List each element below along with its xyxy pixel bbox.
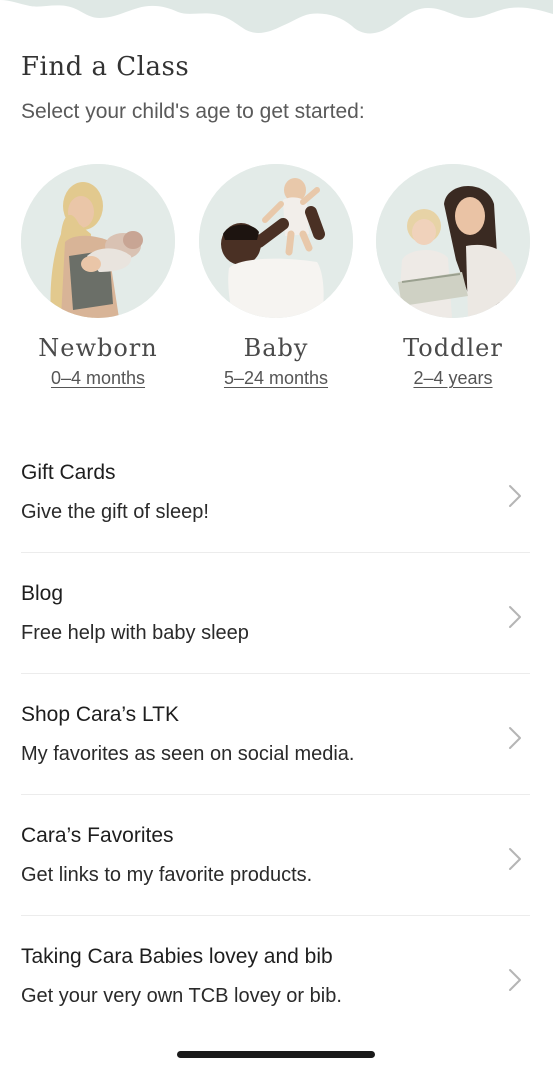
toddler-photo — [376, 164, 530, 318]
menu-item-description: Get links to my favorite products. — [21, 864, 313, 886]
age-name-baby: Baby — [243, 334, 309, 362]
menu-item-blog[interactable]: Blog Free help with baby sleep — [21, 553, 530, 674]
age-selector: Newborn 0–4 months Baby 5–24 months Todd… — [0, 164, 553, 404]
find-a-class-screen: Find a Class Select your child's age to … — [0, 0, 553, 1067]
menu-item-title: Gift Cards — [21, 461, 116, 484]
page-title: Find a Class — [21, 52, 190, 82]
chevron-right-icon — [509, 485, 521, 507]
page-subtitle: Select your child's age to get started: — [21, 100, 365, 123]
chevron-right-icon — [509, 848, 521, 870]
menu-item-favorites[interactable]: Cara’s Favorites Get links to my favorit… — [21, 795, 530, 916]
age-range-baby[interactable]: 5–24 months — [186, 368, 366, 389]
age-name-newborn: Newborn — [38, 334, 158, 362]
menu-item-description: Get your very own TCB lovey or bib. — [21, 985, 342, 1007]
newborn-photo — [21, 164, 175, 318]
menu-item-title: Taking Cara Babies lovey and bib — [21, 945, 333, 968]
age-range-newborn[interactable]: 0–4 months — [8, 368, 188, 389]
menu-item-gift-cards[interactable]: Gift Cards Give the gift of sleep! — [21, 432, 530, 553]
menu-item-title: Cara’s Favorites — [21, 824, 174, 847]
baby-photo — [199, 164, 353, 318]
age-card-baby[interactable]: Baby 5–24 months — [186, 164, 366, 389]
age-name-toddler: Toddler — [403, 334, 503, 362]
menu-item-title: Shop Cara’s LTK — [21, 703, 179, 726]
menu-item-shop-ltk[interactable]: Shop Cara’s LTK My favorites as seen on … — [21, 674, 530, 795]
menu-item-description: Give the gift of sleep! — [21, 501, 209, 523]
age-card-newborn[interactable]: Newborn 0–4 months — [8, 164, 188, 389]
menu-list: Gift Cards Give the gift of sleep! Blog … — [21, 432, 530, 1036]
menu-item-lovey-bib[interactable]: Taking Cara Babies lovey and bib Get you… — [21, 916, 530, 1036]
menu-item-title: Blog — [21, 582, 64, 605]
menu-item-description: Free help with baby sleep — [21, 622, 249, 644]
chevron-right-icon — [509, 727, 521, 749]
chevron-right-icon — [509, 969, 521, 991]
cloud-header-decoration — [0, 0, 553, 34]
menu-item-description: My favorites as seen on social media. — [21, 743, 355, 765]
age-card-toddler[interactable]: Toddler 2–4 years — [363, 164, 543, 389]
chevron-right-icon — [509, 606, 521, 628]
home-indicator[interactable] — [177, 1051, 375, 1058]
age-range-toddler[interactable]: 2–4 years — [363, 368, 543, 389]
